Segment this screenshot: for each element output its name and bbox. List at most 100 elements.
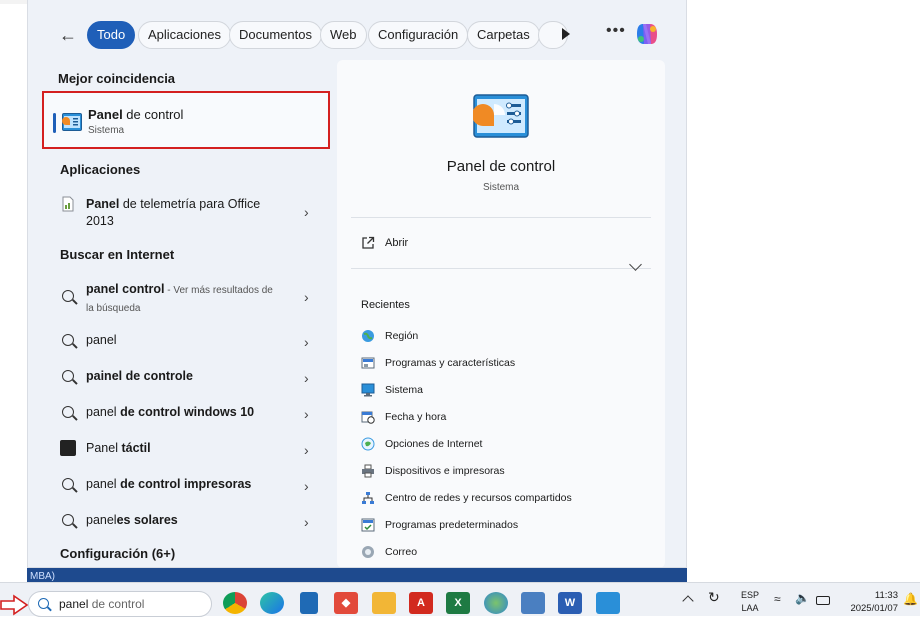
web-result-item[interactable]: panel › bbox=[50, 332, 322, 350]
web-result-label: Panel táctil bbox=[86, 441, 151, 455]
recent-label: Dispositivos e impresoras bbox=[385, 465, 505, 477]
taskbar: panel de control ◆ A X W ↻ ESP LAA ≈ 🔈 11… bbox=[0, 582, 920, 617]
app-result-label: Panel de telemetría para Office 2013 bbox=[86, 197, 261, 228]
chevron-right-icon[interactable]: › bbox=[304, 406, 309, 422]
search-icon bbox=[62, 514, 74, 526]
tab-documentos[interactable]: Documentos bbox=[229, 21, 322, 49]
control-panel-large-icon bbox=[473, 94, 529, 138]
app-result-item[interactable]: Panel de telemetría para Office 2013 › bbox=[50, 196, 322, 232]
edge-icon[interactable] bbox=[260, 592, 284, 614]
control-panel-icon bbox=[62, 113, 82, 131]
calendar-clock-icon bbox=[361, 411, 375, 424]
web-result-label: panel bbox=[86, 333, 117, 347]
chevron-right-icon[interactable]: › bbox=[304, 514, 309, 530]
network-icon bbox=[362, 492, 374, 504]
chevron-right-icon[interactable]: › bbox=[304, 289, 309, 305]
recent-label: Fecha y hora bbox=[385, 411, 447, 423]
remote-desktop-icon[interactable] bbox=[521, 592, 545, 614]
copilot-icon[interactable] bbox=[634, 21, 660, 47]
clock[interactable]: 11:33 2025/01/07 bbox=[844, 589, 898, 615]
chevron-right-icon[interactable]: › bbox=[304, 370, 309, 386]
tab-web[interactable]: Web bbox=[320, 21, 367, 49]
tab-aplicaciones[interactable]: Aplicaciones bbox=[138, 21, 231, 49]
taskbar-search-input[interactable]: panel de control bbox=[28, 591, 212, 617]
search-icon bbox=[62, 478, 74, 490]
battery-icon[interactable] bbox=[816, 596, 830, 605]
chrome-icon[interactable] bbox=[223, 592, 247, 614]
divider bbox=[351, 217, 651, 218]
document-icon bbox=[62, 196, 74, 212]
notepad-icon[interactable] bbox=[300, 592, 318, 614]
monitor-icon bbox=[361, 383, 375, 397]
notification-bell-icon[interactable]: 🔔 bbox=[903, 592, 918, 606]
programs-icon bbox=[361, 357, 375, 369]
network-globe-icon[interactable] bbox=[484, 592, 508, 614]
internet-globe-icon bbox=[361, 437, 375, 451]
web-result-item[interactable]: Panel táctil › bbox=[50, 440, 322, 458]
best-match-subtitle: Sistema bbox=[88, 125, 125, 136]
section-settings[interactable]: Configuración (6+) bbox=[60, 546, 175, 561]
recent-label: Centro de redes y recursos compartidos bbox=[385, 492, 572, 504]
search-icon bbox=[38, 598, 49, 609]
red-arrow-annotation bbox=[0, 594, 29, 616]
printer-icon bbox=[362, 464, 374, 478]
web-result-item[interactable]: panel control - Ver más resultados de la … bbox=[50, 281, 322, 315]
recent-label: Programas y características bbox=[385, 357, 516, 369]
chevron-right-icon[interactable]: › bbox=[304, 204, 309, 220]
anydesk-icon[interactable]: ◆ bbox=[334, 592, 358, 614]
recent-label: Programas predeterminados bbox=[385, 519, 519, 531]
sync-icon[interactable]: ↻ bbox=[708, 589, 720, 606]
divider bbox=[351, 268, 651, 269]
wifi-icon[interactable]: ≈ bbox=[774, 592, 781, 606]
open-external-icon bbox=[362, 236, 375, 249]
word-icon[interactable]: W bbox=[558, 592, 582, 614]
detail-title: Panel de control bbox=[446, 158, 556, 175]
recent-label: Opciones de Internet bbox=[385, 438, 483, 450]
section-apps: Aplicaciones bbox=[60, 162, 141, 177]
web-result-item[interactable]: paneles solares › bbox=[50, 512, 322, 530]
back-arrow-icon[interactable]: ← bbox=[56, 23, 80, 47]
web-result-label: panel de control windows 10 bbox=[86, 405, 255, 419]
background-window bbox=[686, 0, 920, 582]
tab-configuracion[interactable]: Configuración bbox=[368, 21, 469, 49]
tab-todo[interactable]: Todo bbox=[87, 21, 136, 49]
section-web: Buscar en Internet bbox=[60, 247, 175, 262]
web-result-item[interactable]: painel de controle › bbox=[50, 368, 322, 386]
play-icon[interactable] bbox=[562, 28, 570, 40]
search-panel: ← Todo Aplicaciones Documentos Web Confi… bbox=[27, 0, 687, 568]
recent-label: Sistema bbox=[385, 384, 423, 396]
chevron-right-icon[interactable]: › bbox=[304, 442, 309, 458]
section-best-match: Mejor coincidencia bbox=[58, 71, 176, 86]
search-icon bbox=[62, 370, 74, 382]
best-match-title: Panel de control bbox=[88, 107, 184, 122]
selection-indicator bbox=[53, 113, 56, 133]
volume-icon[interactable]: 🔈 bbox=[795, 591, 810, 605]
recent-label: Región bbox=[385, 330, 419, 342]
recent-title: Recientes bbox=[361, 299, 410, 311]
web-result-item[interactable]: panel de control windows 10 › bbox=[50, 404, 322, 422]
results-list: Mejor coincidencia Panel de control Sist… bbox=[28, 60, 338, 567]
control-panel-taskbar-icon[interactable] bbox=[596, 592, 620, 614]
language-indicator[interactable]: ESP LAA bbox=[738, 589, 762, 615]
mail-globe-icon bbox=[362, 546, 374, 558]
web-result-label: panel de control impresoras bbox=[86, 477, 252, 491]
acrobat-icon[interactable]: A bbox=[409, 592, 433, 614]
touchpad-icon bbox=[60, 440, 76, 456]
chevron-right-icon[interactable]: › bbox=[304, 478, 309, 494]
best-match-item[interactable]: Panel de control Sistema bbox=[42, 91, 330, 149]
recent-label: Correo bbox=[385, 546, 418, 558]
search-icon bbox=[62, 334, 74, 346]
tab-carpetas[interactable]: Carpetas bbox=[467, 21, 540, 49]
web-result-label: painel de controle bbox=[86, 369, 193, 383]
chevron-right-icon[interactable]: › bbox=[304, 334, 309, 350]
file-explorer-icon[interactable] bbox=[372, 592, 396, 614]
web-result-item[interactable]: panel de control impresoras › bbox=[50, 476, 322, 494]
more-dots-icon[interactable]: ••• bbox=[606, 22, 626, 40]
search-query: panel de control bbox=[59, 597, 145, 611]
excel-icon[interactable]: X bbox=[446, 592, 470, 614]
background-app-text: MBA) bbox=[30, 571, 55, 582]
detail-subtitle: Sistema bbox=[482, 182, 520, 193]
background-app-bar: MBA) bbox=[27, 566, 687, 582]
search-icon bbox=[62, 290, 74, 302]
chevron-up-icon[interactable] bbox=[682, 595, 694, 607]
